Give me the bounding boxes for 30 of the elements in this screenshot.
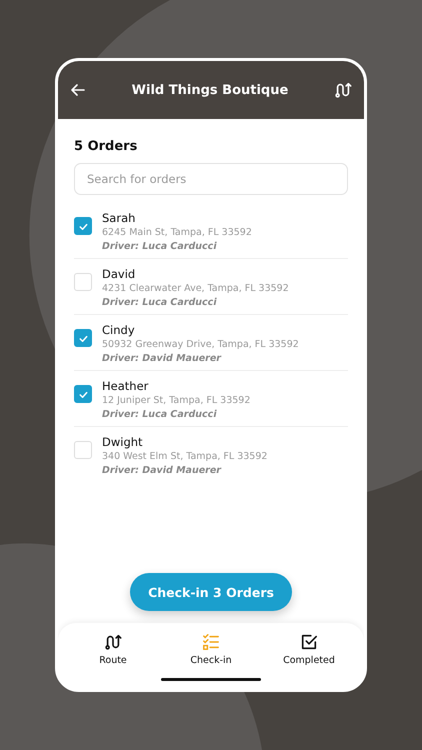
nav-tab[interactable]: Check-in [171, 633, 251, 689]
back-button[interactable] [70, 82, 86, 98]
checklist-icon [202, 633, 220, 651]
order-address: 4231 Clearwater Ave, Tampa, FL 33592 [102, 283, 289, 294]
driver-name: Driver: David Mauerer [102, 353, 222, 364]
driver-name: Driver: Luca Carducci [102, 241, 218, 252]
driver-name: Driver: Luca Carducci [102, 409, 218, 420]
order-address: 340 West Elm St, Tampa, FL 33592 [102, 451, 268, 462]
orders-count: 5 Orders [74, 139, 138, 154]
route-button[interactable] [334, 81, 352, 99]
nav-tab[interactable]: Completed [269, 633, 349, 689]
driver-name: Driver: David Mauerer [102, 465, 222, 476]
order-checkbox[interactable] [74, 217, 92, 235]
order-checkbox[interactable] [74, 385, 92, 403]
customer-name: Cindy [102, 323, 136, 337]
order-checkbox[interactable] [74, 329, 92, 347]
order-address: 6245 Main St, Tampa, FL 33592 [102, 227, 252, 238]
customer-name: Heather [102, 379, 150, 393]
checkbox-icon [300, 633, 318, 651]
order-address: 50932 Greenway Drive, Tampa, FL 33592 [102, 339, 299, 350]
customer-name: Sarah [102, 211, 136, 225]
customer-name: David [102, 267, 136, 281]
route-icon [104, 633, 122, 651]
order-address: 12 Juniper St, Tampa, FL 33592 [102, 395, 250, 406]
page-title: Wild Things Boutique [132, 82, 288, 98]
nav-tab[interactable]: Route [73, 633, 153, 689]
driver-name: Driver: Luca Carducci [102, 297, 218, 308]
route-icon [334, 81, 352, 99]
search-field[interactable]: Search for orders [74, 163, 348, 195]
customer-name: Dwight [102, 435, 144, 449]
